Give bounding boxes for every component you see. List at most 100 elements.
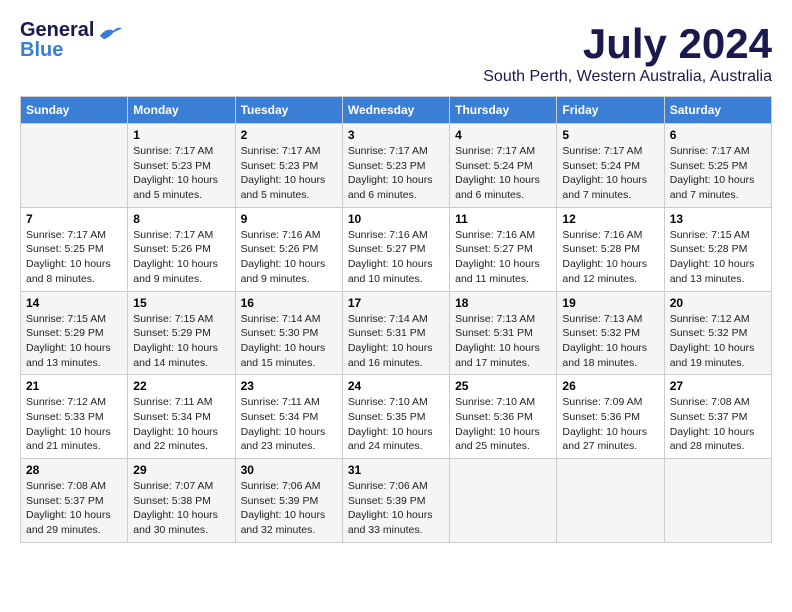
day-number: 31 (348, 463, 444, 477)
day-number: 29 (133, 463, 229, 477)
calendar-cell: 4 Sunrise: 7:17 AMSunset: 5:24 PMDaylight… (450, 124, 557, 208)
calendar-cell: 26Sunrise: 7:09 AMSunset: 5:36 PMDayligh… (557, 375, 664, 459)
logo-text-blue: Blue (20, 40, 94, 60)
day-info: Sunrise: 7:07 AMSunset: 5:38 PMDaylight:… (133, 479, 229, 538)
calendar-week-row: 28 Sunrise: 7:08 AMSunset: 5:37 PMDayligh… (21, 459, 772, 543)
calendar-week-row: 21Sunrise: 7:12 AMSunset: 5:33 PMDayligh… (21, 375, 772, 459)
day-number: 10 (348, 212, 444, 226)
calendar-table: SundayMondayTuesdayWednesdayThursdayFrid… (20, 96, 772, 543)
calendar-cell: 17 Sunrise: 7:14 AMSunset: 5:31 PMDayligh… (342, 291, 449, 375)
calendar-cell: 12Sunrise: 7:16 AMSunset: 5:28 PMDayligh… (557, 207, 664, 291)
calendar-cell: 22 Sunrise: 7:11 AMSunset: 5:34 PMDayligh… (128, 375, 235, 459)
day-info: Sunrise: 7:17 AMSunset: 5:23 PMDaylight:… (133, 144, 229, 203)
calendar-cell: 23Sunrise: 7:11 AMSunset: 5:34 PMDayligh… (235, 375, 342, 459)
calendar-cell: 3Sunrise: 7:17 AMSunset: 5:23 PMDaylight… (342, 124, 449, 208)
day-info: Sunrise: 7:14 AMSunset: 5:31 PMDaylight:… (348, 312, 444, 371)
day-info: Sunrise: 7:14 AMSunset: 5:30 PMDaylight:… (241, 312, 337, 371)
calendar-cell: 20Sunrise: 7:12 AMSunset: 5:32 PMDayligh… (664, 291, 771, 375)
calendar-cell: 1 Sunrise: 7:17 AMSunset: 5:23 PMDaylight… (128, 124, 235, 208)
calendar-cell: 16 Sunrise: 7:14 AMSunset: 5:30 PMDayligh… (235, 291, 342, 375)
header-monday: Monday (128, 97, 235, 124)
calendar-cell: 6 Sunrise: 7:17 AMSunset: 5:25 PMDaylight… (664, 124, 771, 208)
calendar-cell: 9Sunrise: 7:16 AMSunset: 5:26 PMDaylight… (235, 207, 342, 291)
month-title: July 2024 (483, 20, 772, 68)
day-info: Sunrise: 7:12 AMSunset: 5:32 PMDaylight:… (670, 312, 766, 371)
day-number: 24 (348, 379, 444, 393)
day-number: 12 (562, 212, 658, 226)
day-number: 28 (26, 463, 122, 477)
location-subtitle: South Perth, Western Australia, Australi… (483, 68, 772, 86)
calendar-cell: 25 Sunrise: 7:10 AMSunset: 5:36 PMDayligh… (450, 375, 557, 459)
day-info: Sunrise: 7:12 AMSunset: 5:33 PMDaylight:… (26, 395, 122, 454)
day-number: 25 (455, 379, 551, 393)
calendar-cell: 8 Sunrise: 7:17 AMSunset: 5:26 PMDaylight… (128, 207, 235, 291)
day-number: 4 (455, 128, 551, 142)
calendar-week-row: 14 Sunrise: 7:15 AMSunset: 5:29 PMDayligh… (21, 291, 772, 375)
day-info: Sunrise: 7:13 AMSunset: 5:32 PMDaylight:… (562, 312, 658, 371)
day-number: 19 (562, 296, 658, 310)
calendar-cell: 21Sunrise: 7:12 AMSunset: 5:33 PMDayligh… (21, 375, 128, 459)
header-saturday: Saturday (664, 97, 771, 124)
calendar-cell (557, 459, 664, 543)
calendar-cell: 30 Sunrise: 7:06 AMSunset: 5:39 PMDayligh… (235, 459, 342, 543)
day-info: Sunrise: 7:06 AMSunset: 5:39 PMDaylight:… (348, 479, 444, 538)
day-number: 26 (562, 379, 658, 393)
calendar-week-row: 1 Sunrise: 7:17 AMSunset: 5:23 PMDaylight… (21, 124, 772, 208)
header-thursday: Thursday (450, 97, 557, 124)
day-number: 17 (348, 296, 444, 310)
day-info: Sunrise: 7:16 AMSunset: 5:27 PMDaylight:… (455, 228, 551, 287)
day-info: Sunrise: 7:15 AMSunset: 5:29 PMDaylight:… (133, 312, 229, 371)
day-number: 14 (26, 296, 122, 310)
calendar-cell: 14 Sunrise: 7:15 AMSunset: 5:29 PMDayligh… (21, 291, 128, 375)
day-number: 6 (670, 128, 766, 142)
day-number: 22 (133, 379, 229, 393)
day-info: Sunrise: 7:15 AMSunset: 5:29 PMDaylight:… (26, 312, 122, 371)
day-info: Sunrise: 7:10 AMSunset: 5:36 PMDaylight:… (455, 395, 551, 454)
day-number: 2 (241, 128, 337, 142)
day-number: 1 (133, 128, 229, 142)
day-number: 30 (241, 463, 337, 477)
day-info: Sunrise: 7:11 AMSunset: 5:34 PMDaylight:… (133, 395, 229, 454)
day-info: Sunrise: 7:17 AMSunset: 5:25 PMDaylight:… (670, 144, 766, 203)
calendar-cell: 29 Sunrise: 7:07 AMSunset: 5:38 PMDayligh… (128, 459, 235, 543)
calendar-cell (450, 459, 557, 543)
day-number: 8 (133, 212, 229, 226)
calendar-cell: 18Sunrise: 7:13 AMSunset: 5:31 PMDayligh… (450, 291, 557, 375)
day-number: 13 (670, 212, 766, 226)
header-wednesday: Wednesday (342, 97, 449, 124)
calendar-cell (21, 124, 128, 208)
day-number: 27 (670, 379, 766, 393)
day-info: Sunrise: 7:17 AMSunset: 5:26 PMDaylight:… (133, 228, 229, 287)
day-info: Sunrise: 7:13 AMSunset: 5:31 PMDaylight:… (455, 312, 551, 371)
day-number: 9 (241, 212, 337, 226)
day-info: Sunrise: 7:08 AMSunset: 5:37 PMDaylight:… (26, 479, 122, 538)
day-info: Sunrise: 7:06 AMSunset: 5:39 PMDaylight:… (241, 479, 337, 538)
day-number: 5 (562, 128, 658, 142)
page-header: General Blue July 2024 South Perth, West… (20, 20, 772, 86)
day-info: Sunrise: 7:17 AMSunset: 5:25 PMDaylight:… (26, 228, 122, 287)
logo: General Blue (20, 20, 124, 60)
calendar-cell: 2Sunrise: 7:17 AMSunset: 5:23 PMDaylight… (235, 124, 342, 208)
calendar-cell: 28 Sunrise: 7:08 AMSunset: 5:37 PMDayligh… (21, 459, 128, 543)
day-info: Sunrise: 7:11 AMSunset: 5:34 PMDaylight:… (241, 395, 337, 454)
header-friday: Friday (557, 97, 664, 124)
calendar-cell: 27 Sunrise: 7:08 AMSunset: 5:37 PMDayligh… (664, 375, 771, 459)
calendar-cell: 15 Sunrise: 7:15 AMSunset: 5:29 PMDayligh… (128, 291, 235, 375)
calendar-cell: 10Sunrise: 7:16 AMSunset: 5:27 PMDayligh… (342, 207, 449, 291)
day-info: Sunrise: 7:15 AMSunset: 5:28 PMDaylight:… (670, 228, 766, 287)
calendar-cell (664, 459, 771, 543)
day-info: Sunrise: 7:17 AMSunset: 5:23 PMDaylight:… (348, 144, 444, 203)
header-sunday: Sunday (21, 97, 128, 124)
day-info: Sunrise: 7:17 AMSunset: 5:24 PMDaylight:… (455, 144, 551, 203)
calendar-cell: 13 Sunrise: 7:15 AMSunset: 5:28 PMDayligh… (664, 207, 771, 291)
title-block: July 2024 South Perth, Western Australia… (483, 20, 772, 86)
day-number: 16 (241, 296, 337, 310)
calendar-header-row: SundayMondayTuesdayWednesdayThursdayFrid… (21, 97, 772, 124)
day-number: 15 (133, 296, 229, 310)
calendar-week-row: 7Sunrise: 7:17 AMSunset: 5:25 PMDaylight… (21, 207, 772, 291)
header-tuesday: Tuesday (235, 97, 342, 124)
day-info: Sunrise: 7:08 AMSunset: 5:37 PMDaylight:… (670, 395, 766, 454)
logo-text-general: General (20, 20, 94, 40)
day-number: 11 (455, 212, 551, 226)
calendar-cell: 31 Sunrise: 7:06 AMSunset: 5:39 PMDayligh… (342, 459, 449, 543)
